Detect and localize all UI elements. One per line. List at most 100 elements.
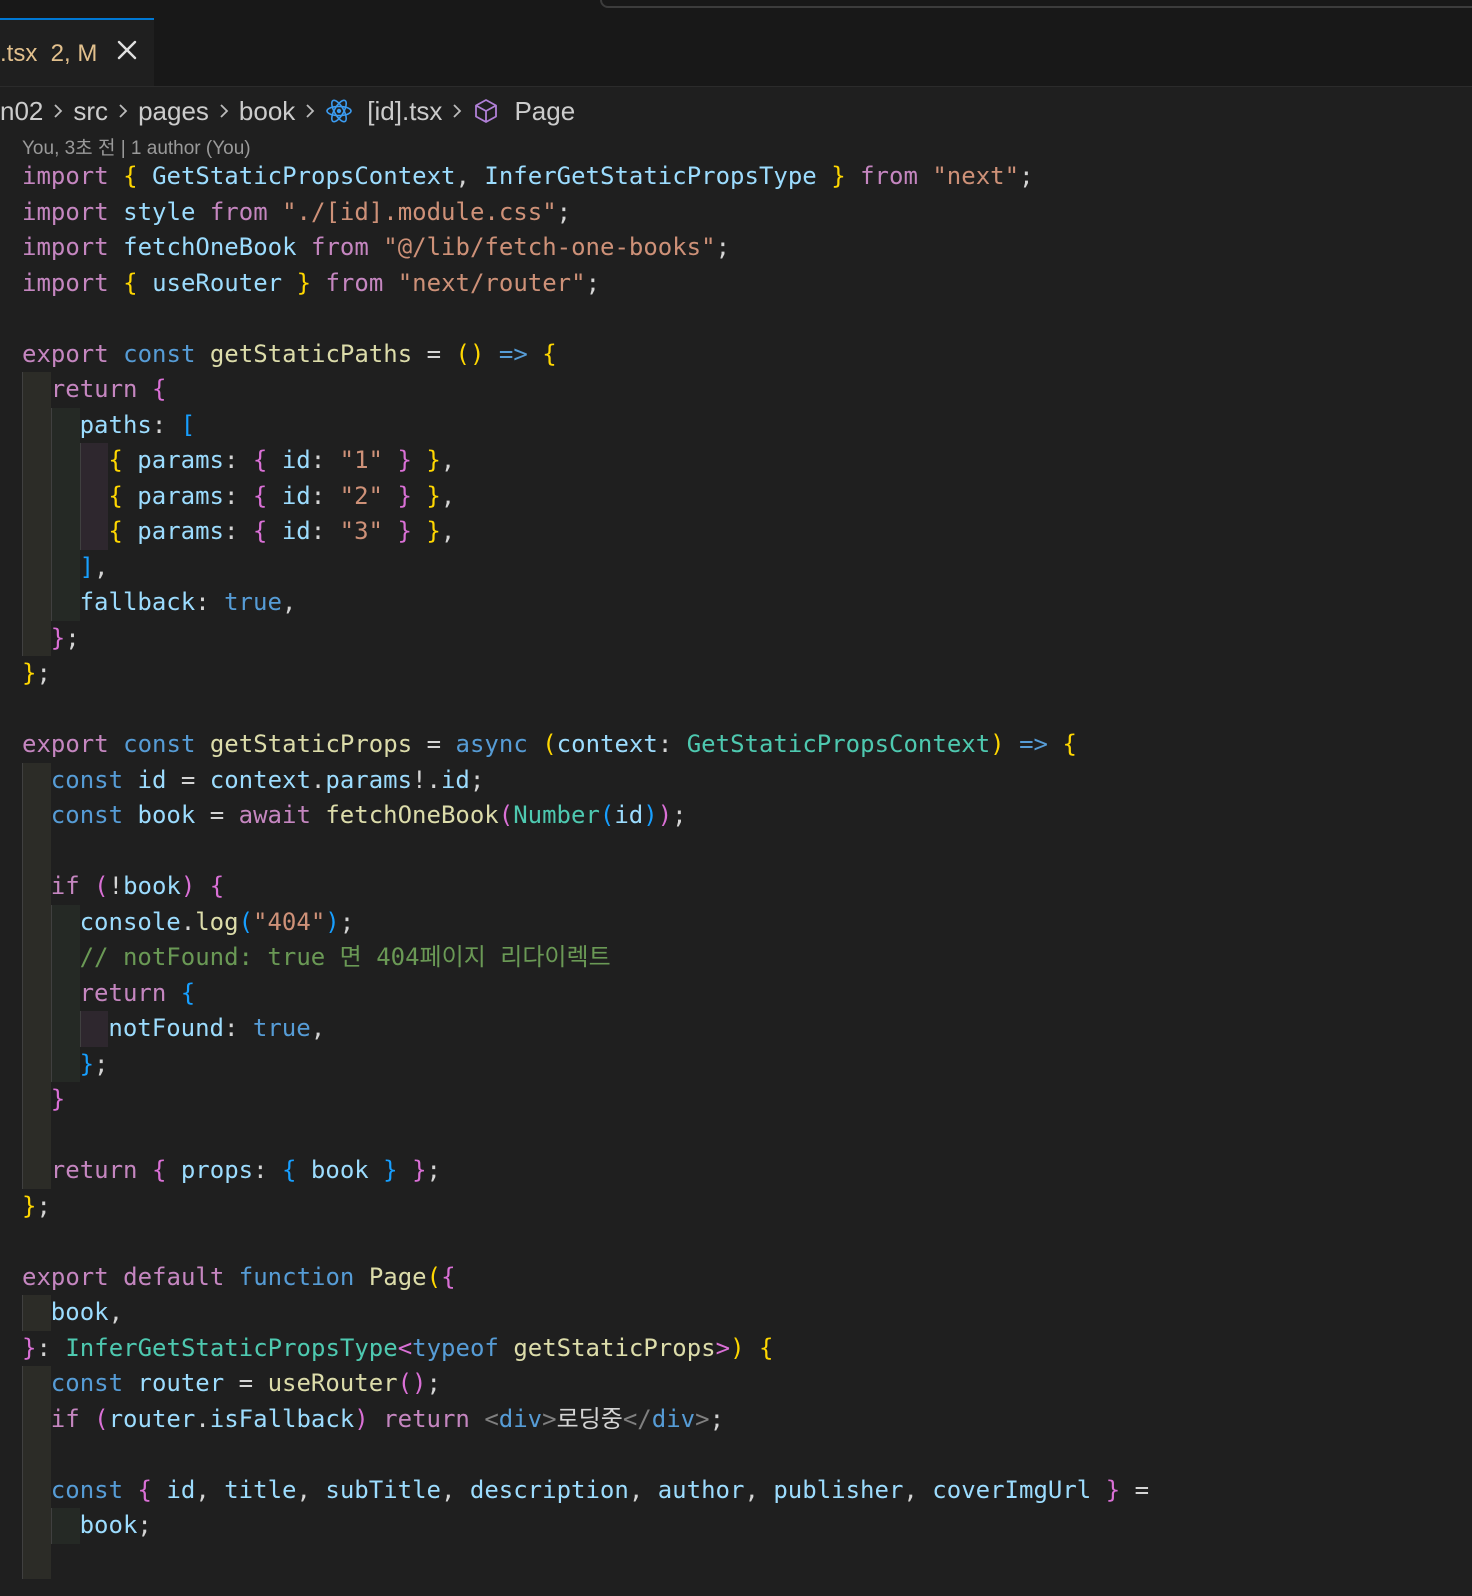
- breadcrumb-item-src[interactable]: src: [73, 96, 108, 127]
- code-token: }: [412, 1156, 427, 1184]
- code-line[interactable]: // notFound: true 면 404페이지 리다이렉트: [22, 940, 1462, 976]
- code-token: const: [50, 801, 124, 829]
- code-token: InferGetStaticPropsType: [65, 1333, 398, 1362]
- code-line[interactable]: import { GetStaticPropsContext, InferGet…: [22, 159, 1462, 195]
- code-token: id: [137, 765, 167, 794]
- breadcrumb-item-file[interactable]: [id].tsx: [367, 96, 442, 127]
- code-token: context: [556, 730, 658, 758]
- code-line[interactable]: paths: [: [22, 407, 1462, 443]
- code-token: from: [311, 233, 369, 261]
- breadcrumb-item-symbol[interactable]: Page: [514, 96, 575, 127]
- indent-guide: [22, 762, 51, 798]
- code-line[interactable]: if (!book) {: [22, 869, 1462, 905]
- code-token: ): [643, 801, 658, 829]
- code-token: =>: [1019, 730, 1048, 758]
- code-line[interactable]: { params: { id: "2" } },: [22, 478, 1462, 514]
- indent-guide: [22, 478, 51, 514]
- indent-guide: [50, 1011, 80, 1047]
- code-token: {: [123, 268, 138, 297]
- breadcrumb-item-book[interactable]: book: [239, 96, 295, 127]
- code-line[interactable]: return {: [22, 372, 1462, 408]
- breadcrumb-item-folder[interactable]: n02: [0, 96, 43, 127]
- code-token: subTitle: [325, 1475, 441, 1504]
- code-line[interactable]: [22, 1543, 1462, 1579]
- code-line[interactable]: book,: [22, 1295, 1462, 1331]
- code-line[interactable]: fallback: true,: [22, 585, 1462, 621]
- code-token: ;: [715, 233, 731, 261]
- indent-guide: [50, 443, 80, 479]
- code-token: :: [224, 446, 253, 474]
- code-line[interactable]: [22, 1117, 1462, 1153]
- code-line[interactable]: ],: [22, 549, 1462, 585]
- code-line[interactable]: const id = context.params!.id;: [22, 762, 1462, 798]
- code-line[interactable]: import fetchOneBook from "@/lib/fetch-on…: [22, 230, 1462, 266]
- code-token: }: [22, 659, 37, 687]
- code-line[interactable]: [22, 833, 1462, 869]
- code-token: ]: [79, 552, 95, 581]
- code-line[interactable]: export const getStaticPaths = () => {: [22, 337, 1462, 373]
- code-editor[interactable]: import { GetStaticPropsContext, InferGet…: [22, 159, 1462, 1579]
- code-token: ,: [440, 446, 456, 474]
- code-token: notFound: [108, 1014, 224, 1042]
- indent-guide: [50, 940, 80, 976]
- code-line[interactable]: const { id, title, subTitle, description…: [22, 1472, 1462, 1508]
- breadcrumb-item-pages[interactable]: pages: [138, 96, 209, 127]
- editor-tab-active[interactable]: .tsx 2, M: [0, 18, 154, 86]
- code-line[interactable]: return { props: { book } };: [22, 1153, 1462, 1189]
- code-token: :: [310, 481, 340, 510]
- code-line[interactable]: };: [22, 1046, 1462, 1082]
- git-blame-codelens[interactable]: You, 3초 전 | 1 author (You): [22, 133, 251, 160]
- code-token: "404": [253, 907, 326, 936]
- code-token: description: [469, 1475, 629, 1504]
- code-line[interactable]: [22, 1437, 1462, 1473]
- code-line[interactable]: const book = await fetchOneBook(Number(i…: [22, 798, 1462, 834]
- code-line[interactable]: notFound: true,: [22, 1011, 1462, 1047]
- indent-guide: [22, 1153, 51, 1189]
- code-line[interactable]: { params: { id: "1" } },: [22, 443, 1462, 479]
- indent-guide: [50, 585, 80, 621]
- code-line[interactable]: { params: { id: "3" } },: [22, 514, 1462, 550]
- command-center-box[interactable]: [600, 0, 1472, 8]
- code-line[interactable]: [22, 301, 1462, 337]
- code-token: ): [325, 907, 340, 936]
- code-token: ,: [440, 1475, 470, 1504]
- code-line[interactable]: book;: [22, 1508, 1462, 1544]
- indent-guide: [22, 1437, 51, 1473]
- code-line[interactable]: [22, 1224, 1462, 1260]
- indent-guide: [50, 1508, 80, 1544]
- code-line[interactable]: export const getStaticProps = async (con…: [22, 727, 1462, 763]
- code-line[interactable]: [22, 692, 1462, 728]
- code-line[interactable]: console.log("404");: [22, 904, 1462, 940]
- code-line[interactable]: }: InferGetStaticPropsType<typeof getSta…: [22, 1331, 1462, 1367]
- code-line[interactable]: };: [22, 656, 1462, 692]
- code-token: >: [542, 1404, 557, 1433]
- code-token: {: [108, 446, 123, 474]
- code-token: coverImgUrl: [932, 1475, 1092, 1504]
- code-token: ;: [137, 1511, 152, 1539]
- code-line[interactable]: const router = useRouter();: [22, 1366, 1462, 1402]
- indent-guide: [22, 1543, 51, 1579]
- code-line[interactable]: import { useRouter } from "next/router";: [22, 266, 1462, 302]
- chevron-right-icon: [306, 104, 315, 118]
- code-token: (): [455, 339, 485, 368]
- code-line[interactable]: if (router.isFallback) return <div>로딩중</…: [22, 1401, 1462, 1437]
- code-token: ;: [94, 1049, 109, 1078]
- code-line[interactable]: import style from "./[id].module.css";: [22, 195, 1462, 231]
- code-token: {: [108, 481, 123, 510]
- code-line[interactable]: }: [22, 1082, 1462, 1118]
- close-icon[interactable]: [114, 37, 140, 63]
- code-line[interactable]: return {: [22, 975, 1462, 1011]
- code-line[interactable]: };: [22, 620, 1462, 656]
- code-line[interactable]: export default function Page({: [22, 1260, 1462, 1296]
- code-token: }: [397, 446, 412, 474]
- code-line[interactable]: };: [22, 1189, 1462, 1225]
- code-token: if: [50, 1404, 80, 1433]
